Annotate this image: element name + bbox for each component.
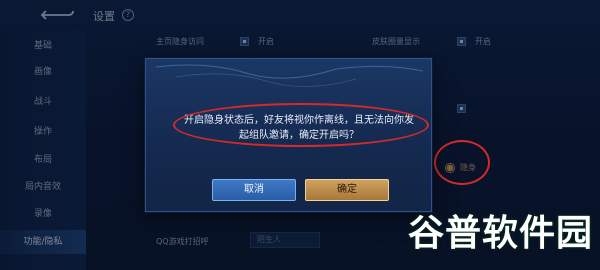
cloud-decoration-icon	[155, 64, 424, 87]
confirm-button[interactable]: 确定	[305, 179, 389, 201]
cancel-button[interactable]: 取消	[212, 179, 296, 201]
watermark-text: 谷普软件园	[408, 213, 594, 254]
highlight-circle-stealth	[434, 140, 490, 185]
site-watermark: 谷普软件园	[408, 210, 594, 258]
highlight-ellipse-message	[173, 103, 429, 147]
